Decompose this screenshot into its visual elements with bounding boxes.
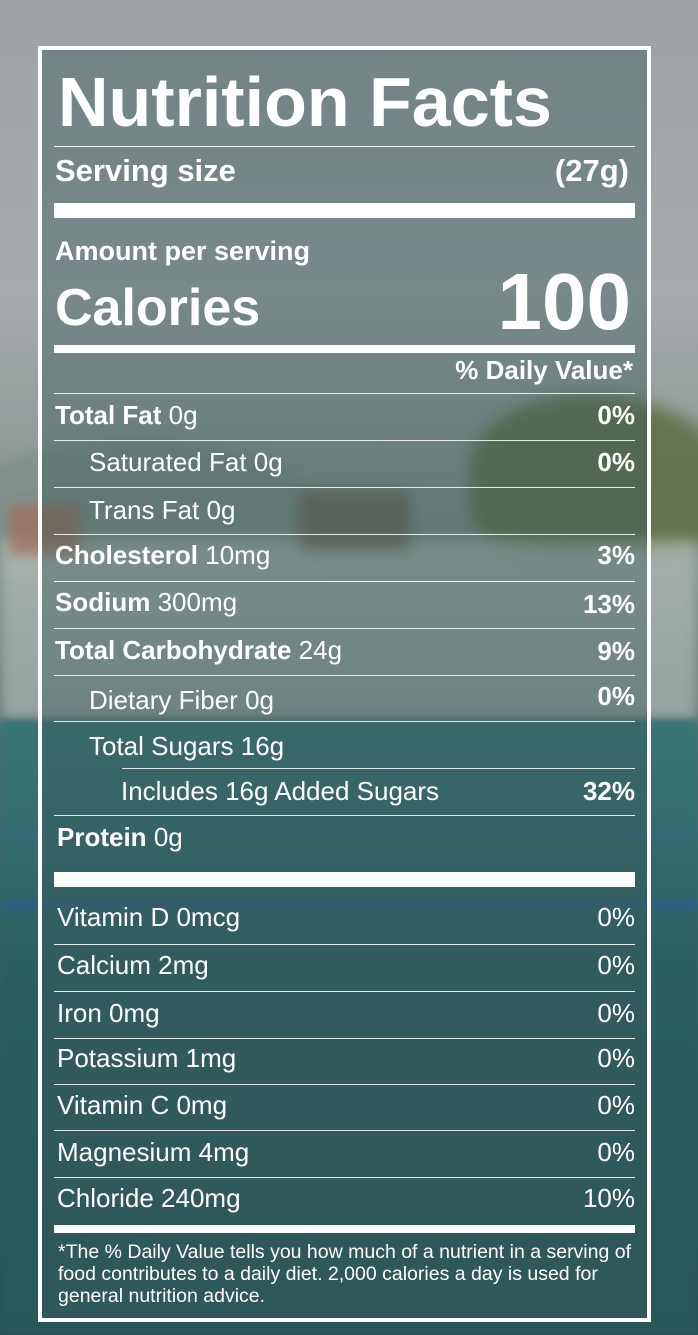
- nutrient-pct: 0%: [597, 681, 635, 711]
- divider: [122, 768, 635, 769]
- label-title: Nutrition Facts: [58, 63, 552, 141]
- nutrient-row: Total Fat 0g: [55, 400, 198, 430]
- thick-divider: [54, 872, 635, 887]
- medium-divider: [54, 345, 635, 353]
- nutrient-row: Total Sugars 16g: [89, 731, 285, 761]
- divider: [54, 1084, 635, 1085]
- vitamin-row: Potassium 1mg: [57, 1043, 237, 1073]
- divider: [54, 440, 635, 441]
- nutrient-pct: 9%: [597, 636, 635, 666]
- divider: [54, 675, 635, 676]
- nutrition-facts-label: Nutrition Facts Serving size (27g) Amoun…: [38, 46, 651, 1322]
- divider: [54, 393, 635, 394]
- vitamin-row: Vitamin C 0mg: [57, 1090, 228, 1120]
- thick-divider: [54, 203, 635, 218]
- nutrient-pct: 0%: [597, 400, 635, 430]
- vitamin-pct: 10%: [582, 1183, 635, 1213]
- nutrient-pct: 3%: [597, 540, 635, 570]
- nutrient-row: Total Carbohydrate 24g: [55, 635, 343, 665]
- vitamin-row: Calcium 2mg: [57, 950, 209, 980]
- nutrient-pct: 13%: [582, 589, 635, 619]
- nutrient-pct: 32%: [582, 776, 635, 806]
- divider: [54, 721, 635, 722]
- divider: [54, 1177, 635, 1178]
- vitamin-pct: 0%: [597, 998, 635, 1028]
- nutrient-row: Saturated Fat 0g: [89, 447, 283, 477]
- nutrient-row: Cholesterol 10mg: [55, 540, 271, 570]
- calories-label: Calories: [55, 279, 261, 337]
- nutrient-pct: 0%: [597, 447, 635, 477]
- serving-size-value: (27g): [554, 153, 629, 188]
- vitamin-pct: 0%: [597, 950, 635, 980]
- nutrient-row: Includes 16g Added Sugars: [121, 776, 440, 806]
- vitamin-row: Chloride 240mg: [57, 1183, 241, 1213]
- vitamin-pct: 0%: [597, 1137, 635, 1167]
- calories-value: 100: [497, 257, 631, 346]
- vitamin-row: Magnesium 4mg: [57, 1137, 250, 1167]
- vitamin-row: Vitamin D 0mcg: [57, 902, 241, 932]
- nutrient-row: Trans Fat 0g: [89, 495, 236, 525]
- amount-per-serving: Amount per serving: [55, 236, 311, 266]
- vitamin-pct: 0%: [597, 1043, 635, 1073]
- divider: [54, 628, 635, 629]
- divider: [54, 815, 635, 816]
- divider: [54, 581, 635, 582]
- medium-divider: [54, 1225, 635, 1233]
- divider: [54, 487, 635, 488]
- divider: [54, 534, 635, 535]
- nutrient-row: Dietary Fiber 0g: [89, 685, 274, 715]
- serving-size-label: Serving size: [55, 153, 236, 188]
- daily-value-header: % Daily Value*: [455, 355, 633, 385]
- nutrient-row: Sodium 300mg: [55, 587, 238, 617]
- nutrient-row: Protein 0g: [57, 822, 183, 852]
- footnote: *The % Daily Value tells you how much of…: [58, 1241, 632, 1307]
- vitamin-pct: 0%: [597, 902, 635, 932]
- divider: [54, 1038, 635, 1039]
- vitamin-pct: 0%: [597, 1090, 635, 1120]
- divider: [54, 991, 635, 992]
- vitamin-row: Iron 0mg: [57, 998, 160, 1028]
- divider: [54, 1130, 635, 1131]
- divider: [54, 944, 635, 945]
- divider: [54, 146, 635, 147]
